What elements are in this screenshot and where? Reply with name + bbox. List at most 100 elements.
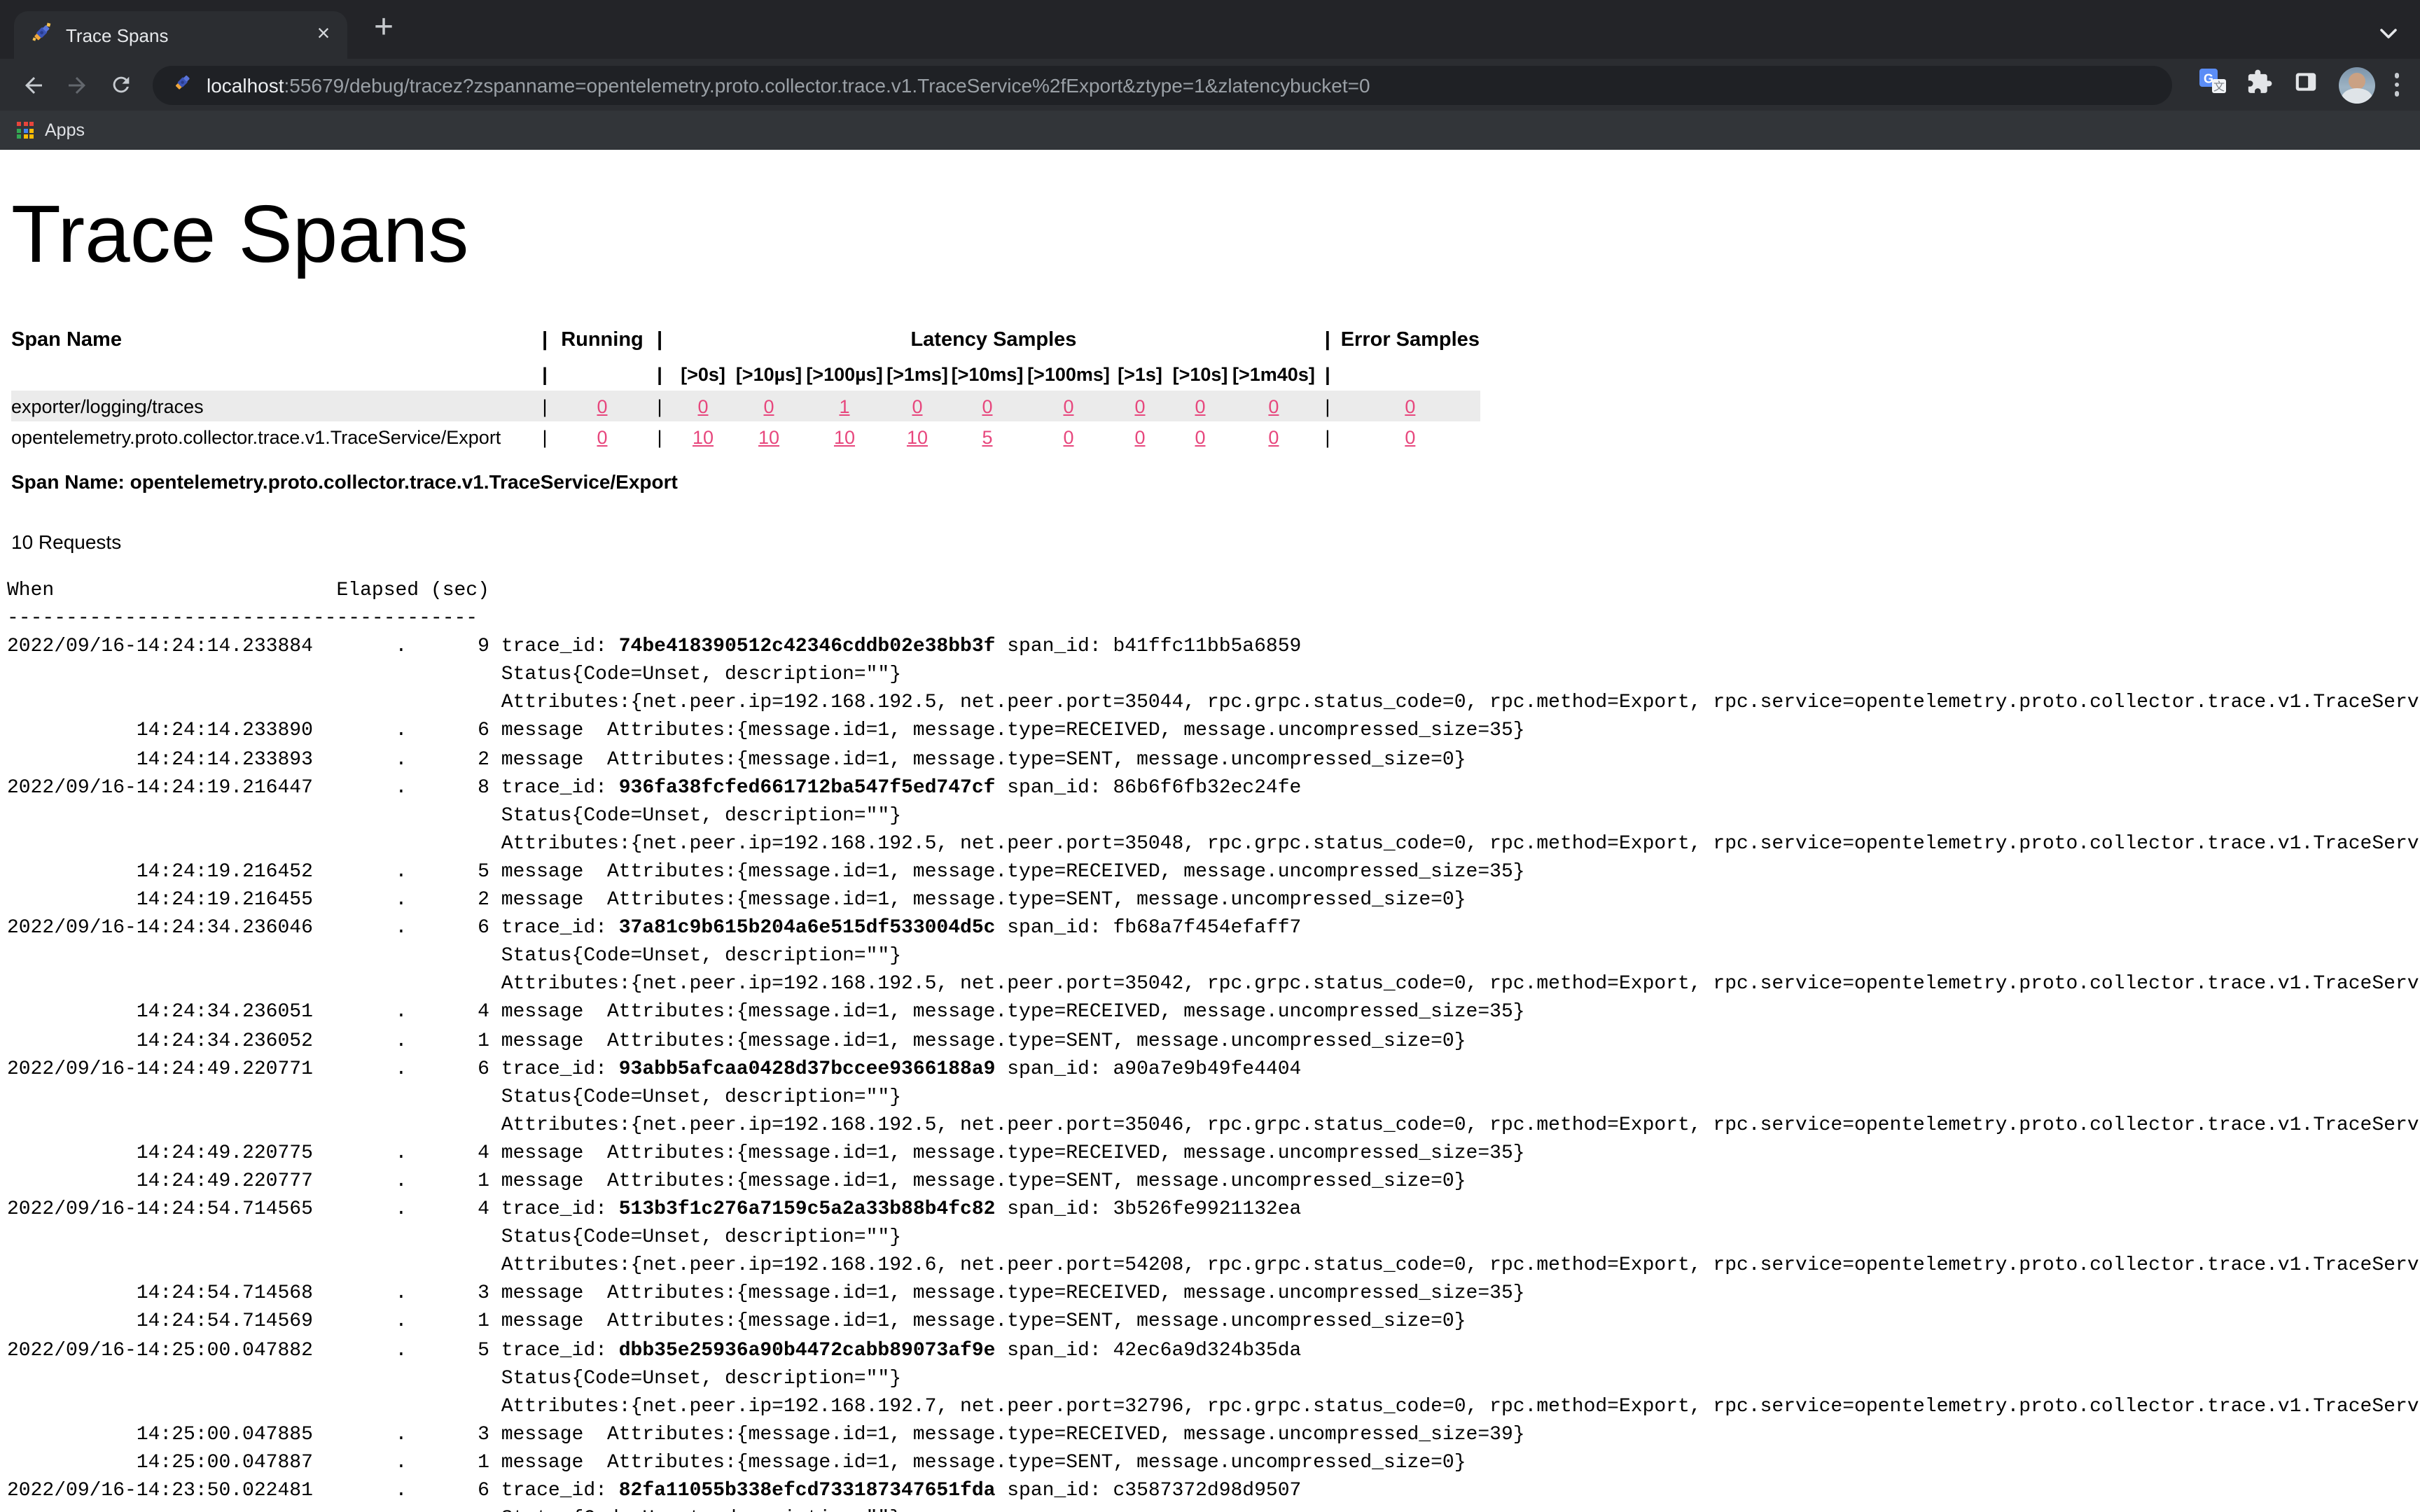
url-path: :55679/debug/tracez?zspanname=openteleme… — [284, 74, 1370, 96]
error-count-link[interactable]: 0 — [1405, 426, 1415, 447]
span-summary-row: opentelemetry.proto.collector.trace.v1.T… — [11, 421, 1480, 452]
column-separator: | — [647, 357, 672, 391]
browser-tab-trace-spans[interactable]: Trace Spans × — [14, 11, 347, 59]
bucket-label: [>0s] — [672, 357, 734, 391]
table-cell: 10 — [672, 421, 734, 452]
table-cell: 0 — [950, 391, 1025, 421]
latency-count-link[interactable]: 10 — [758, 426, 779, 447]
translate-icon[interactable]: G 文 — [2198, 67, 2226, 102]
col-latency-samples: Latency Samples — [672, 323, 1315, 357]
svg-text:文: 文 — [2213, 80, 2224, 93]
trace-id-value: 37a81c9b615b204a6e515df533004d5c — [619, 917, 996, 939]
table-cell: 5 — [950, 421, 1025, 452]
latency-count-link[interactable]: 0 — [1195, 426, 1205, 447]
latency-count-link[interactable]: 0 — [982, 396, 992, 416]
table-cell: 0 — [672, 391, 734, 421]
column-separator: | — [647, 323, 672, 357]
bucket-label: [>10ms] — [950, 357, 1025, 391]
latency-count-link[interactable]: 0 — [1268, 396, 1279, 416]
latency-count-link[interactable]: 0 — [912, 396, 922, 416]
table-cell: 0 — [1025, 391, 1112, 421]
running-count-link[interactable]: 0 — [597, 426, 607, 447]
table-cell: 0 — [1340, 391, 1480, 421]
tab-search-chevron-icon[interactable] — [2379, 21, 2398, 46]
bucket-label: [>1m40s] — [1232, 357, 1315, 391]
reload-button[interactable] — [104, 65, 139, 104]
bookmarks-apps-item[interactable]: Apps — [17, 120, 85, 140]
bucket-label: [>10µs] — [734, 357, 804, 391]
requests-log: When Elapsed (sec) ---------------------… — [7, 577, 2420, 1512]
bucket-label: [>100ms] — [1025, 357, 1112, 391]
bookmarks-bar: Apps — [0, 111, 2420, 150]
latency-count-link[interactable]: 0 — [1134, 396, 1145, 416]
span-name-cell: exporter/logging/traces — [11, 391, 532, 421]
table-cell: 10 — [885, 421, 950, 452]
profile-avatar[interactable] — [2338, 66, 2374, 103]
back-button[interactable] — [15, 65, 51, 104]
selected-span-name: Span Name: opentelemetry.proto.collector… — [11, 470, 2420, 493]
bucket-label: [>1s] — [1112, 357, 1168, 391]
latency-count-link[interactable]: 0 — [1134, 426, 1145, 447]
latency-count-link[interactable]: 10 — [834, 426, 855, 447]
tab-title: Trace Spans — [66, 24, 311, 46]
browser-menu-kebab-icon[interactable] — [2394, 66, 2399, 103]
forward-button[interactable] — [60, 65, 95, 104]
column-separator: | — [532, 421, 557, 452]
latency-count-link[interactable]: 5 — [982, 426, 992, 447]
trace-id-value: 936fa38fcfed661712ba547f5ed747cf — [619, 776, 996, 799]
tab-close-icon[interactable]: × — [311, 22, 336, 48]
url-host: localhost — [207, 74, 284, 96]
empty-cell — [557, 357, 647, 391]
trace-id-value: 74be418390512c42346cddb02e38bb3f — [619, 636, 996, 658]
extensions-puzzle-icon[interactable] — [2246, 68, 2272, 102]
col-span-name: Span Name — [11, 323, 532, 357]
col-error-samples: Error Samples — [1340, 323, 1480, 357]
column-separator: | — [647, 421, 672, 452]
new-tab-button[interactable]: + — [364, 10, 403, 49]
latency-count-link[interactable]: 1 — [839, 396, 849, 416]
table-cell: 0 — [1168, 391, 1232, 421]
trace-id-value: 513b3f1c276a7159c5a2a33b88b4fc82 — [619, 1198, 996, 1221]
latency-count-link[interactable]: 0 — [1195, 396, 1205, 416]
address-bar[interactable]: localhost:55679/debug/tracez?zspanname=o… — [152, 65, 2171, 104]
latency-summary-table: Span Name|Running|Latency Samples|Error … — [11, 323, 1480, 452]
toolbar-extensions-area: G 文 — [2188, 66, 2409, 103]
url-favicon-telescope-icon — [172, 71, 193, 99]
side-panel-icon[interactable] — [2292, 68, 2318, 102]
latency-count-link[interactable]: 10 — [693, 426, 714, 447]
table-cell: 0 — [885, 391, 950, 421]
latency-count-link[interactable]: 0 — [697, 396, 708, 416]
latency-count-link[interactable]: 0 — [763, 396, 774, 416]
error-count-link[interactable]: 0 — [1405, 396, 1415, 416]
url-text: localhost:55679/debug/tracez?zspanname=o… — [207, 74, 1370, 96]
table-cell: 0 — [557, 391, 647, 421]
latency-count-link[interactable]: 0 — [1063, 426, 1073, 447]
table-cell: 0 — [1232, 421, 1315, 452]
table-cell: 10 — [734, 421, 804, 452]
empty-cell — [1340, 357, 1480, 391]
table-cell: 0 — [1025, 421, 1112, 452]
table-cell: 0 — [1168, 421, 1232, 452]
column-separator: | — [1315, 391, 1340, 421]
bucket-label: [>1ms] — [885, 357, 950, 391]
table-cell: 0 — [557, 421, 647, 452]
tab-favicon-telescope-icon — [31, 20, 53, 50]
table-cell: 0 — [1232, 391, 1315, 421]
latency-count-link[interactable]: 0 — [1063, 396, 1073, 416]
table-cell: 0 — [734, 391, 804, 421]
svg-text:G: G — [2203, 71, 2213, 85]
table-cell: 0 — [1112, 421, 1168, 452]
tab-strip: Trace Spans × + — [0, 0, 2420, 59]
empty-cell — [11, 357, 532, 391]
span-name-cell: opentelemetry.proto.collector.trace.v1.T… — [11, 421, 532, 452]
span-summary-row: exporter/logging/traces|0|001000000|0 — [11, 391, 1480, 421]
running-count-link[interactable]: 0 — [597, 396, 607, 416]
column-separator: | — [1315, 421, 1340, 452]
table-cell: 10 — [804, 421, 885, 452]
page-title: Trace Spans — [11, 188, 2420, 281]
col-running: Running — [557, 323, 647, 357]
bucket-label: [>10s] — [1168, 357, 1232, 391]
latency-count-link[interactable]: 10 — [907, 426, 928, 447]
summary-header-row: Span Name|Running|Latency Samples|Error … — [11, 323, 1480, 357]
latency-count-link[interactable]: 0 — [1268, 426, 1279, 447]
